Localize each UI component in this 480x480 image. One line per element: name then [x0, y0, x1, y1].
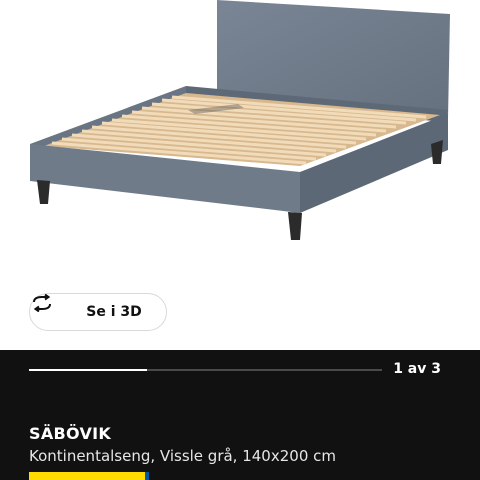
gallery-progress-fill — [29, 369, 147, 371]
view-in-3d-label: Se i 3D — [86, 304, 142, 320]
product-name: SÄBÖVIK — [29, 424, 112, 443]
product-description: Kontinentalseng, Vissle grå, 140x200 cm — [29, 447, 336, 465]
brand-color-strip — [29, 472, 149, 480]
brand-blue-accent — [145, 472, 149, 480]
view-in-3d-button[interactable]: Se i 3D — [29, 293, 167, 331]
gallery-progress-track — [29, 369, 382, 371]
product-info-panel: 1 av 3 SÄBÖVIK Kontinentalseng, Vissle g… — [0, 350, 480, 480]
gallery-pager: 1 av 3 — [393, 361, 441, 377]
product-image[interactable]: Se i 3D — [0, 0, 480, 350]
rotate-arrows-icon — [33, 294, 78, 321]
